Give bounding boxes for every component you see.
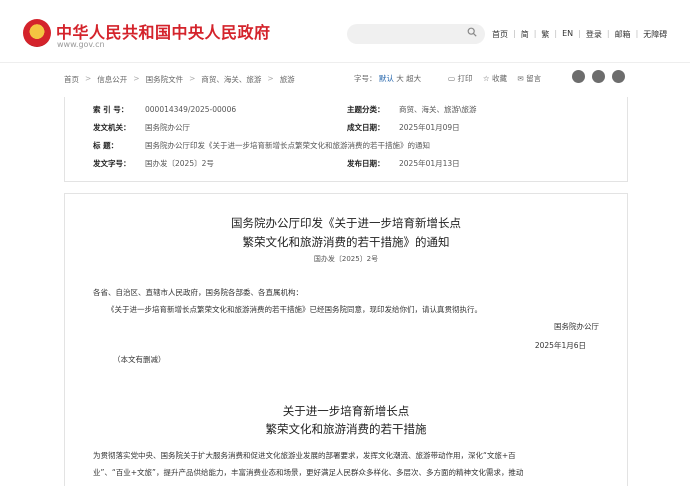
print-icon[interactable]: ▭ (448, 74, 455, 83)
wechat-icon[interactable] (592, 70, 605, 83)
page-tools: ▭ 打印 ☆ 收藏 ✉ 留言 (448, 73, 541, 84)
search-icon[interactable] (467, 27, 477, 37)
meta-created-row: 成文日期： 2025年01月09日 (347, 123, 460, 132)
crumb-tourism[interactable]: 旅游 (280, 74, 295, 85)
link-home[interactable]: 首页 (492, 29, 508, 40)
font-size-label: 字号： (354, 74, 377, 83)
top-header: 中华人民共和国中央人民政府 www.gov.cn 首页 | 简 | 繁 | EN | 登… (0, 0, 690, 62)
font-size-control: 字号： 默认 大 超大 (354, 73, 421, 84)
doc-paragraph-line2: 业”、“百业+文旅”，提升产品供给能力，丰富消费业态和场景，更好满足人民群众多样… (93, 468, 524, 477)
breadcrumb: 首页 > 信息公开 > 国务院文件 > 商贸、海关、旅游 > 旅游 (64, 74, 295, 85)
link-accessibility[interactable]: 无障碍 (643, 29, 667, 40)
retain-button[interactable]: 留言 (526, 74, 541, 83)
print-button[interactable]: 打印 (457, 74, 472, 83)
crumb-home[interactable]: 首页 (64, 74, 79, 85)
link-login[interactable]: 登录 (586, 29, 602, 40)
meta-topic-row: 主题分类： 商贸、海关、旅游\旅游 (347, 105, 477, 114)
crumb-category[interactable]: 商贸、海关、旅游 (201, 74, 261, 85)
section-title-line2: 繁荣文化和旅游消费的若干措施 (265, 422, 427, 436)
favorite-button[interactable]: 收藏 (492, 74, 507, 83)
doc-note: （本文有删减） (113, 355, 166, 364)
link-traditional[interactable]: 繁 (541, 29, 549, 40)
search-input[interactable] (347, 24, 485, 44)
meta-docno-row: 发文字号： 国办发〔2025〕2号 (93, 159, 214, 168)
document-metadata: 索 引 号： 000014349/2025-00006 主题分类： 商贸、海关、旅游… (64, 97, 628, 182)
link-english[interactable]: EN (562, 29, 573, 40)
weibo-icon[interactable] (572, 70, 585, 83)
doc-signer: 国务院办公厅 (554, 322, 599, 331)
site-url: www.gov.cn (57, 40, 105, 49)
font-big-button[interactable]: 大 (396, 74, 404, 83)
qzone-icon[interactable] (612, 70, 625, 83)
meta-published-row: 发布日期： 2025年01月13日 (347, 159, 460, 168)
doc-number: 国办发〔2025〕2号 (313, 255, 379, 263)
doc-title-line1: 国务院办公厅印发《关于进一步培育新增长点 (231, 216, 461, 230)
crumb-files[interactable]: 国务院文件 (146, 74, 184, 85)
doc-title-line2: 繁荣文化和旅游消费的若干措施》的通知 (242, 235, 450, 249)
section-title-line1: 关于进一步培育新增长点 (282, 404, 410, 418)
favorite-icon[interactable]: ☆ (483, 74, 490, 83)
document-body: 国务院办公厅印发《关于进一步培育新增长点 繁荣文化和旅游消费的若干措施》的通知 … (64, 193, 628, 486)
meta-index-row: 索 引 号： 000014349/2025-00006 (93, 105, 237, 114)
doc-salutation: 各省、自治区、直辖市人民政府，国务院各部委、各直属机构： (93, 288, 303, 297)
meta-issuer-row: 发文机关： 国务院办公厅 (93, 123, 190, 132)
meta-title-row: 标 题： 国务院办公厅印发《关于进一步培育新增长点繁荣文化和旅游消费的若干措施》的… (93, 141, 430, 150)
link-mail[interactable]: 邮箱 (615, 29, 631, 40)
font-default-button[interactable]: 默认 (379, 74, 394, 83)
crumb-info[interactable]: 信息公开 (97, 74, 127, 85)
top-links: 首页 | 简 | 繁 | EN | 登录 | 邮箱 | 无障碍 (492, 29, 668, 40)
retain-icon[interactable]: ✉ (517, 74, 523, 83)
national-emblem-icon[interactable] (23, 19, 51, 47)
font-bigger-button[interactable]: 超大 (406, 74, 421, 83)
doc-paragraph-line1: 为贯彻落实党中央、国务院关于扩大服务消费和促进文化旅游业发展的部署要求，发挥文化… (93, 451, 516, 460)
doc-body-text: 《关于进一步培育新增长点繁荣文化和旅游消费的若干措施》已经国务院同意，现印发给你… (107, 305, 482, 314)
doc-date: 2025年1月6日 (534, 341, 586, 350)
share-icons (572, 70, 625, 83)
link-simplified[interactable]: 简 (521, 29, 529, 40)
